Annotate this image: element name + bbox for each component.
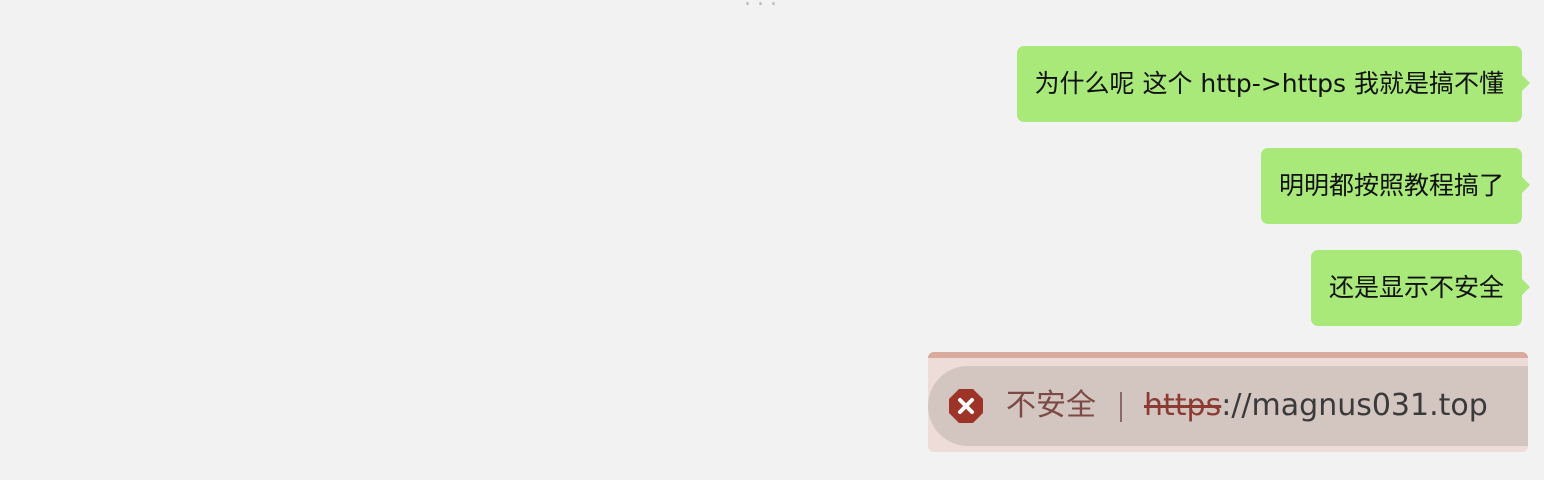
- not-secure-label: 不安全: [1006, 388, 1096, 423]
- message-text: 还是显示不安全: [1328, 273, 1504, 302]
- chat-message-bubble[interactable]: 明明都按照教程搞了: [1260, 148, 1531, 224]
- warning-icon: [949, 389, 983, 423]
- screenshot-image-message[interactable]: 不安全 https://magnus031.top: [928, 352, 1528, 452]
- browser-address-bar: 不安全 https://magnus031.top: [928, 366, 1528, 446]
- chat-message-bubble[interactable]: 为什么呢 这个 http->https 我就是搞不懂: [1016, 46, 1531, 122]
- address-divider: [1120, 392, 1122, 422]
- url-scheme-strikethrough: https: [1144, 388, 1222, 423]
- image-top-strip: [928, 352, 1528, 358]
- chat-window: ... 为什么呢 这个 http->https 我就是搞不懂 明明都按照教程搞了…: [0, 0, 1544, 480]
- message-text: 为什么呢 这个 http->https 我就是搞不懂: [1034, 69, 1504, 98]
- chat-message-bubble[interactable]: 还是显示不安全: [1310, 250, 1531, 326]
- message-text: 明明都按照教程搞了: [1278, 171, 1504, 200]
- cut-off-header-text: ...: [744, 0, 783, 11]
- url-text: https://magnus031.top: [1144, 384, 1488, 428]
- url-host: ://magnus031.top: [1221, 388, 1488, 423]
